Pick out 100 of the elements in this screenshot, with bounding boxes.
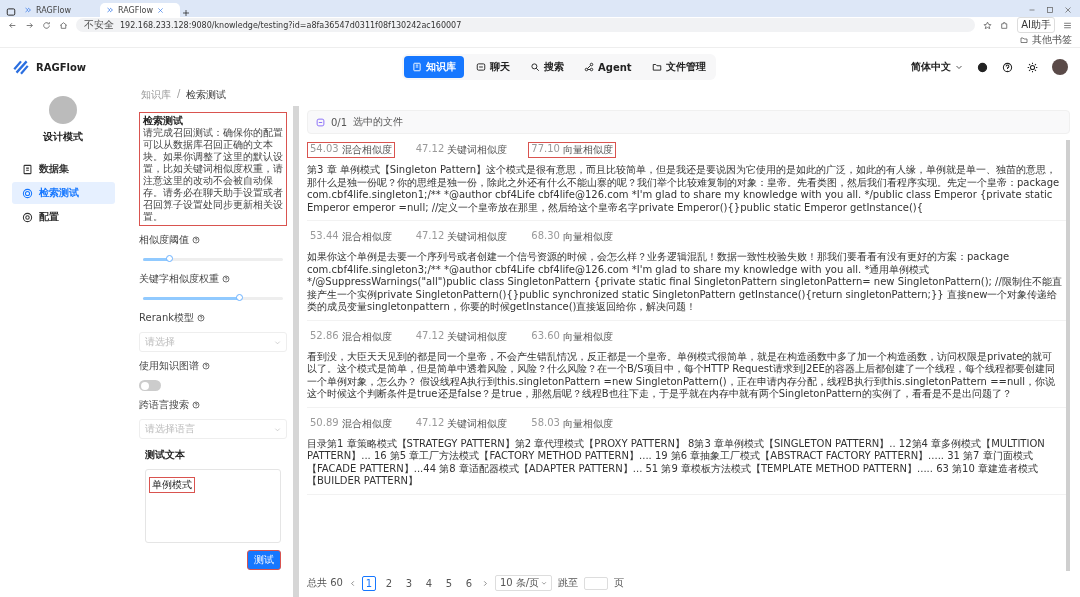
reload-icon[interactable] <box>42 20 51 30</box>
nav-tab[interactable]: 知识库 <box>404 56 464 78</box>
field-label: Rerank模型 <box>139 311 195 325</box>
address-bar[interactable]: 不安全 192.168.233.128:9080/knowledge/testing?id=a8fa36547d0311f08f130242ac160007 <box>76 18 976 32</box>
test-text-label: 测试文本 <box>144 448 186 462</box>
score-label: 关键词相似度 <box>447 416 508 431</box>
chevron-down-icon <box>274 425 281 433</box>
nav-tab[interactable]: Agent <box>576 56 640 78</box>
sun-icon[interactable] <box>1027 61 1038 73</box>
back-icon[interactable] <box>8 20 17 30</box>
page-jump-field[interactable] <box>584 576 609 590</box>
chevron-down-icon <box>955 63 963 71</box>
book-icon <box>412 62 422 72</box>
field-label: 跨语言搜索 <box>139 398 189 412</box>
chevron-right-icon[interactable] <box>481 579 489 587</box>
select-placeholder: 请选择语言 <box>145 422 195 436</box>
page-size-select[interactable]: 10 条/页 <box>494 575 553 591</box>
slider-thumb[interactable] <box>236 294 243 301</box>
page-number[interactable]: 4 <box>421 575 436 591</box>
maximize-icon[interactable] <box>1046 6 1054 14</box>
toggle-switch[interactable] <box>139 380 161 391</box>
score-label: 混合相似度 <box>341 143 392 157</box>
avatar[interactable] <box>1052 59 1068 75</box>
sidebar-item[interactable]: 检索测试 <box>12 182 115 204</box>
help-icon[interactable] <box>1002 61 1013 73</box>
ai-button[interactable]: AI助手 <box>1017 17 1055 33</box>
target-icon <box>22 187 33 199</box>
score-label: 向量相似度 <box>562 329 613 344</box>
logo-icon <box>12 58 30 76</box>
score-label: 混合相似度 <box>341 230 392 244</box>
star-icon[interactable] <box>983 20 993 30</box>
flow-icon <box>106 6 114 14</box>
nav-tab[interactable]: 聊天 <box>468 56 518 78</box>
field-label: 关键字相似度权重 <box>139 272 219 286</box>
score-value: 53.44 <box>310 230 339 243</box>
page-number[interactable]: 1 <box>361 575 376 591</box>
score-value: 68.30 <box>531 230 560 243</box>
chat-icon <box>476 62 486 72</box>
bookmark-folder[interactable]: 其他书签 <box>1032 33 1072 47</box>
browser-tab[interactable]: RAGFlow <box>18 3 98 17</box>
slider-track[interactable] <box>143 297 283 300</box>
test-text-area[interactable]: 单例模式 <box>145 469 281 543</box>
page-number[interactable]: 6 <box>461 575 476 591</box>
dataset-name: 设计模式 <box>42 130 83 144</box>
chunk-text: 目录第1 章策略模式【STRATEGY PATTERN】第2 章代理模式【PROXY PATTERN】 8第3 章单例模式【SINGLETON PATTERN】.. 12第4 章多例模式【MULTITION PATTERN】... 16 第5 章工厂方法模式【FACTORY METHOD PATTERN】.... 19 第6 章抽象工厂模式【ABSTRACT FACTORY PATTERN】..... 31 第7 章门面模式【FACADE PATTERN】...44 第8 章适配器模式【ADAPTER PATTERN】... 51 第9 章模板方法模式【TEMPLATE METHOD PATTERN】..... 63 第10 章建造者模式【BUILDER PATTERN】 <box>307 437 1046 488</box>
breadcrumb-item: 检索测试 <box>186 88 227 102</box>
score-value: 58.03 <box>531 416 560 430</box>
folder-icon <box>651 62 662 72</box>
selected-files-bar[interactable]: 0/1 选中的文件 <box>307 110 1070 134</box>
score-label: 混合相似度 <box>341 329 392 344</box>
folder-icon[interactable] <box>1020 36 1028 44</box>
page-number[interactable]: 3 <box>401 575 416 591</box>
chevron-left-icon[interactable] <box>348 579 356 587</box>
home-icon[interactable] <box>59 20 68 30</box>
forward-icon[interactable] <box>25 20 34 30</box>
page-number[interactable]: 5 <box>441 575 456 591</box>
close-icon[interactable] <box>157 6 165 14</box>
chunk-text: 看到没，大臣天天见到的都是同一个皇帝，不会产生错乱情况，反正都是一个皇帝。单例模式很简单，就是在构造函数中多了加一个构造函数，访问权限是private的就可以了。这个模式是简单，但是简单中透着风险，风险？什么风险？在一个B/S项目中，每个HTTP Request请求到J2EE的容器上后都创建了一个线程，每个线程都要创建同一个单例对象，怎么办？ 假设线程A执行到this.singletonPattern =new SingletonPattern()，正在申请内存分配，线程B执行到this.singletonPattern ==null，你说这个时候这个判断条件是true还是false？是true，那然后呢？线程B也往下走，于是乎就在内存中就有两个SingletonPattern的实例了，看看是不是出问题了？ <box>307 350 1057 401</box>
security-warning[interactable]: 不安全 <box>84 18 114 32</box>
chunk-text: 如果你这个单例是去要一个序列号或者创建一个信号资源的时候，会怎么样？业务逻辑混乱！数据一致性校验失败！那我们要看看有没有更好的方案：package com.cbf4life.singleton3;/** *@author cbf4Life cbf4life@126.com *I'm glad to share my knowledge with you all. *通用单例模式 */@SuppressWarnings("all")public class SingletonPattern {private static final SingletonPattern singletonPattern= new SingletonPattern(); //限制住不能直接产生一个实例private SingletonPattern(){}public synchronized static SingletonPattern getInstance(){return singletonPattern;}} 直接new一个对象传递给类的成员变量singletonpattern，你要的时候getInstance()直接返回给你，解决问题！ <box>307 251 1062 314</box>
flow-icon <box>24 6 32 14</box>
settings-icon <box>22 211 33 223</box>
browser-icon[interactable] <box>6 7 16 17</box>
logo-text: RAGFlow <box>36 61 86 73</box>
total-count: 总共 60 <box>307 576 343 590</box>
browser-tab[interactable]: RAGFlow <box>100 3 180 17</box>
file-count-label: 选中的文件 <box>353 115 404 129</box>
field-label: 相似度阈值 <box>139 233 189 247</box>
plus-icon[interactable] <box>182 9 190 17</box>
chevron-down-icon <box>274 338 281 346</box>
chevron-down-icon <box>541 580 548 586</box>
score-value: 54.03 <box>310 143 339 156</box>
language-select[interactable]: 简体中文 <box>911 60 963 74</box>
score-label: 向量相似度 <box>562 230 613 244</box>
chunk-text: 第3 章 单例模式【Singleton Pattern】这个模式是很有意思，而且比较简单，但是我还是要说因为它使用的是如此的广泛，如此的有人缘，单例就是单一、独苗的意思，那什么是独一份呢？你的思维是独一份，除此之外还有什么不能山寨的呢？我们举个比较难复制的对象：皇帝。先看类图，然后我们看程序实现。先定一个皇帝：package com.cbf4life.singleton1;/** *@author cbf4Life cbf4life@126.com *I'm glad to share my knowledge with you all. */public class Emperor {private static Emperor emperor =null; //定义一个皇帝放在那里，然后给这个皇帝名字private Emperor(){}public static Emperor getInstance(){ <box>307 164 1061 214</box>
page-number[interactable]: 2 <box>381 575 396 591</box>
panel-title: 检索测试 <box>143 115 184 127</box>
collapse-icon[interactable] <box>316 117 325 127</box>
menu-icon[interactable] <box>1063 20 1072 30</box>
nodes-icon <box>584 62 594 72</box>
slider-thumb[interactable] <box>166 255 173 262</box>
sidebar-item[interactable]: 配置 <box>12 206 115 228</box>
field-label: 使用知识图谱 <box>139 359 199 373</box>
score-value: 50.89 <box>310 416 339 430</box>
nav-tab[interactable]: 搜索 <box>522 56 572 78</box>
test-button[interactable]: 测试 <box>247 550 281 570</box>
dataset-avatar <box>48 96 77 124</box>
close-icon[interactable] <box>1064 6 1072 14</box>
test-text-value: 单例模式 <box>149 477 195 493</box>
score-label: 混合相似度 <box>341 416 392 431</box>
score-label: 关键词相似度 <box>447 143 508 157</box>
score-label: 向量相似度 <box>562 416 613 431</box>
file-count: 0/1 <box>331 116 348 128</box>
score-value: 52.86 <box>310 329 339 343</box>
sidebar-item[interactable]: 数据集 <box>12 158 115 180</box>
nav-tab[interactable]: 文件管理 <box>643 56 714 78</box>
score-value: 47.12 <box>415 416 445 430</box>
score-value: 63.60 <box>531 329 560 343</box>
breadcrumb-separator: / <box>177 88 181 101</box>
score-value: 47.12 <box>415 230 445 243</box>
